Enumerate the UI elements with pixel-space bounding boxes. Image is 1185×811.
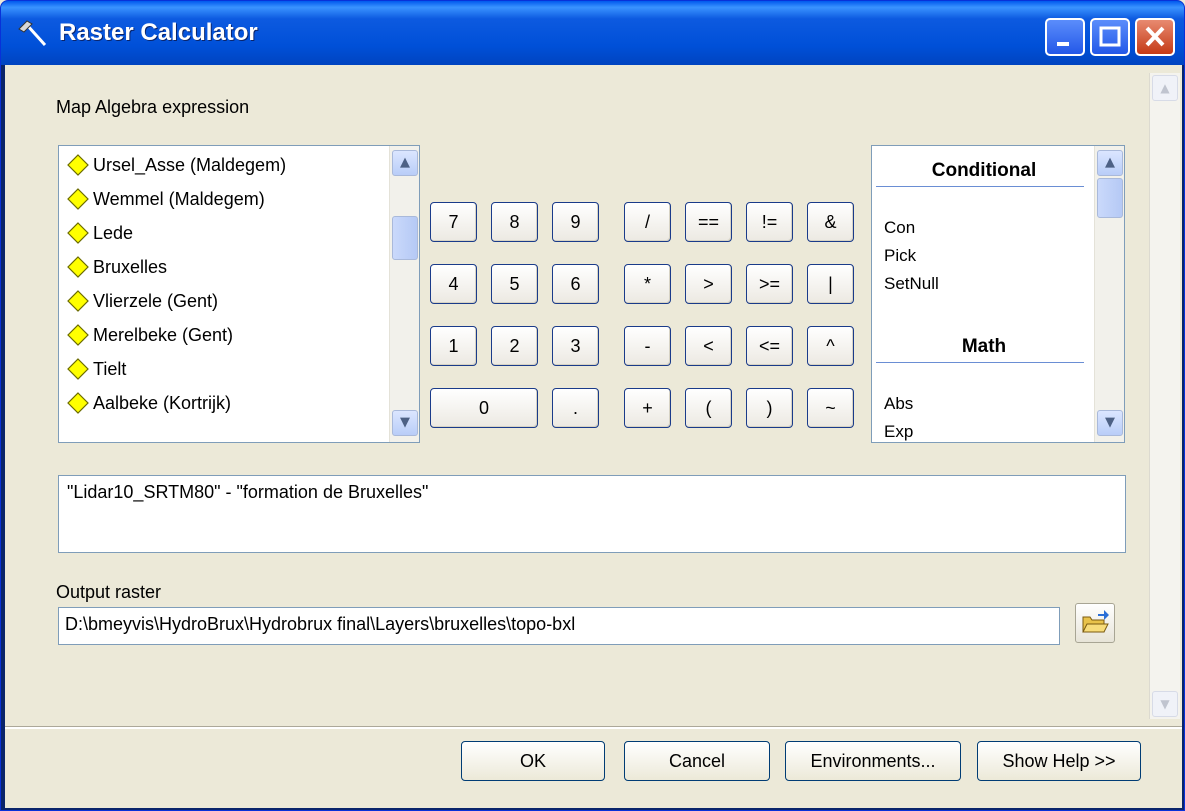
calc-key[interactable]: 0 bbox=[430, 388, 538, 428]
calc-key[interactable]: > bbox=[685, 264, 732, 304]
dialog-scrollbar[interactable]: ▲ ▼ bbox=[1149, 73, 1180, 719]
calc-key[interactable]: >= bbox=[746, 264, 793, 304]
layer-item-label: Wemmel (Maldegem) bbox=[93, 188, 265, 209]
show-help-button[interactable]: Show Help >> bbox=[977, 741, 1141, 781]
function-item[interactable]: Exp bbox=[884, 422, 913, 442]
expression-input[interactable]: "Lidar10_SRTM80" - "formation de Bruxell… bbox=[58, 475, 1126, 553]
layer-item[interactable]: Vlierzele (Gent) bbox=[67, 286, 218, 316]
scroll-down-icon[interactable]: ▼ bbox=[1097, 410, 1123, 436]
open-folder-icon bbox=[1082, 610, 1109, 633]
function-list[interactable]: Conditional Con Pick SetNull Math Abs Ex… bbox=[871, 145, 1125, 443]
calc-key[interactable]: & bbox=[807, 202, 854, 242]
scroll-thumb[interactable] bbox=[1097, 178, 1123, 218]
calc-key[interactable]: < bbox=[685, 326, 732, 366]
calc-key[interactable]: 8 bbox=[491, 202, 538, 242]
calc-key[interactable]: 1 bbox=[430, 326, 477, 366]
raster-layer-icon bbox=[67, 324, 89, 346]
output-raster-field[interactable]: D:\bmeyvis\HydroBrux\Hydrobrux final\Lay… bbox=[58, 607, 1060, 645]
scroll-down-icon[interactable]: ▼ bbox=[392, 410, 418, 436]
layer-item-label: Merelbeke (Gent) bbox=[93, 324, 234, 345]
raster-layer-icon bbox=[67, 358, 89, 380]
cancel-button[interactable]: Cancel bbox=[624, 741, 770, 781]
function-group-header: Math bbox=[961, 336, 1007, 357]
calc-key[interactable]: ~ bbox=[807, 388, 854, 428]
maximize-button[interactable] bbox=[1090, 18, 1130, 56]
close-button[interactable] bbox=[1135, 18, 1175, 56]
output-raster-label: Output raster bbox=[56, 582, 162, 602]
raster-layer-icon bbox=[67, 290, 89, 312]
calc-key[interactable]: ^ bbox=[807, 326, 854, 366]
function-group-header: Conditional bbox=[931, 160, 1037, 181]
calc-key[interactable]: / bbox=[624, 202, 671, 242]
close-icon bbox=[1145, 26, 1165, 47]
divider bbox=[876, 362, 1084, 363]
layer-item[interactable]: Bruxelles bbox=[67, 252, 167, 282]
calc-key[interactable]: 4 bbox=[430, 264, 477, 304]
calc-key[interactable]: ( bbox=[685, 388, 732, 428]
raster-layer-icon bbox=[67, 392, 89, 414]
scroll-up-icon[interactable]: ▲ bbox=[1097, 150, 1123, 176]
maximize-icon bbox=[1099, 26, 1121, 47]
function-item[interactable]: Pick bbox=[884, 246, 916, 266]
layer-item[interactable]: Ursel_Asse (Maldegem) bbox=[67, 150, 286, 180]
calc-key[interactable]: * bbox=[624, 264, 671, 304]
calc-key[interactable]: + bbox=[624, 388, 671, 428]
layer-item[interactable]: Aalbeke (Kortrijk) bbox=[67, 388, 231, 418]
dialog-body: ▲ ▼ Map Algebra expression Ursel_Asse (M… bbox=[5, 65, 1182, 808]
layer-item-label: Lede bbox=[93, 222, 134, 243]
hammer-icon bbox=[18, 20, 47, 47]
calc-key[interactable]: 2 bbox=[491, 326, 538, 366]
raster-layer-icon bbox=[67, 154, 89, 176]
scroll-down-icon[interactable]: ▼ bbox=[1152, 691, 1178, 717]
layer-item[interactable]: Merelbeke (Gent) bbox=[67, 320, 233, 350]
function-item[interactable]: Con bbox=[884, 218, 915, 238]
title-bar[interactable]: Raster Calculator bbox=[1, 1, 1184, 65]
layer-item-label: Vlierzele (Gent) bbox=[93, 290, 219, 311]
minimize-icon bbox=[1057, 42, 1069, 46]
environments-button[interactable]: Environments... bbox=[785, 741, 961, 781]
layer-item-label: Ursel_Asse (Maldegem) bbox=[93, 154, 287, 175]
raster-layer-icon bbox=[67, 256, 89, 278]
layer-item[interactable]: Lede bbox=[67, 218, 133, 248]
calc-key[interactable]: . bbox=[552, 388, 599, 428]
window-title: Raster Calculator bbox=[59, 19, 258, 46]
layer-item-label: Tielt bbox=[93, 358, 127, 379]
calc-key[interactable]: | bbox=[807, 264, 854, 304]
browse-button[interactable] bbox=[1075, 603, 1115, 643]
calc-key[interactable]: <= bbox=[746, 326, 793, 366]
calc-key[interactable]: 3 bbox=[552, 326, 599, 366]
layer-item-label: Bruxelles bbox=[93, 256, 168, 277]
calc-key[interactable]: != bbox=[746, 202, 793, 242]
layer-list-scrollbar[interactable]: ▲ ▼ bbox=[389, 146, 419, 442]
function-item[interactable]: SetNull bbox=[884, 274, 939, 294]
scroll-up-icon[interactable]: ▲ bbox=[1152, 75, 1178, 101]
raster-calculator-window: Raster Calculator ▲ ▼ Map Algebra expres… bbox=[0, 0, 1185, 811]
calc-key[interactable]: 6 bbox=[552, 264, 599, 304]
raster-layer-icon bbox=[67, 222, 89, 244]
raster-layer-icon bbox=[67, 188, 89, 210]
ok-button[interactable]: OK bbox=[461, 741, 605, 781]
function-list-scrollbar[interactable]: ▲ ▼ bbox=[1094, 146, 1124, 442]
calc-key[interactable]: 9 bbox=[552, 202, 599, 242]
function-item[interactable]: Abs bbox=[884, 394, 913, 414]
scroll-up-icon[interactable]: ▲ bbox=[392, 150, 418, 176]
calc-key[interactable]: 5 bbox=[491, 264, 538, 304]
minimize-button[interactable] bbox=[1045, 18, 1085, 56]
calc-key[interactable]: - bbox=[624, 326, 671, 366]
calc-key[interactable]: 7 bbox=[430, 202, 477, 242]
layer-list[interactable]: Ursel_Asse (Maldegem) Wemmel (Maldegem) Le… bbox=[58, 145, 420, 443]
scroll-thumb[interactable] bbox=[392, 216, 418, 260]
layer-item-label: Aalbeke (Kortrijk) bbox=[93, 392, 232, 413]
calc-key[interactable]: ) bbox=[746, 388, 793, 428]
calc-key[interactable]: == bbox=[685, 202, 732, 242]
footer-divider bbox=[5, 726, 1182, 729]
layer-item[interactable]: Tielt bbox=[67, 354, 126, 384]
divider bbox=[876, 186, 1084, 187]
expression-label: Map Algebra expression bbox=[56, 97, 250, 117]
layer-item[interactable]: Wemmel (Maldegem) bbox=[67, 184, 265, 214]
